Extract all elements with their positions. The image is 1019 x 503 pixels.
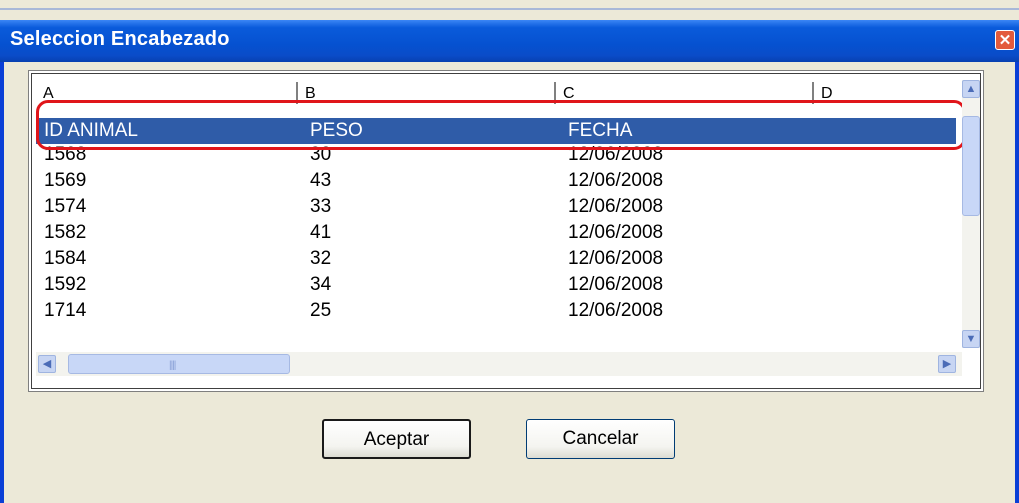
cell: 12/06/2008 bbox=[568, 274, 664, 295]
close-icon: ✕ bbox=[998, 32, 1012, 49]
horizontal-scrollbar[interactable]: ◀ |||| ▶ bbox=[36, 352, 962, 376]
cell: 1714 bbox=[44, 300, 87, 321]
cell: 32 bbox=[310, 248, 332, 269]
header-row-highlight bbox=[36, 100, 966, 150]
cell: 1592 bbox=[44, 274, 87, 295]
background-strip bbox=[0, 0, 1019, 10]
close-button[interactable]: ✕ bbox=[995, 30, 1015, 50]
window-title: Seleccion Encabezado bbox=[10, 28, 230, 50]
grip-icon: |||| bbox=[169, 360, 176, 371]
cell: 1574 bbox=[44, 196, 87, 217]
cell: 12/06/2008 bbox=[568, 300, 664, 321]
cancel-button[interactable]: Cancelar bbox=[526, 419, 675, 459]
scroll-right-button[interactable]: ▶ bbox=[938, 355, 956, 373]
accept-button[interactable]: Aceptar bbox=[322, 419, 471, 459]
window-frame-right bbox=[1015, 20, 1019, 503]
cell: 12/06/2008 bbox=[568, 222, 664, 243]
cell: 1569 bbox=[44, 170, 87, 191]
arrow-up-icon: ▲ bbox=[965, 83, 977, 95]
title-bar[interactable]: Seleccion Encabezado ✕ bbox=[0, 20, 1019, 62]
cell: 1584 bbox=[44, 248, 87, 269]
vertical-scrollbar[interactable]: ▲ ▼ bbox=[962, 80, 980, 348]
cell: 1582 bbox=[44, 222, 87, 243]
horizontal-scroll-thumb[interactable]: |||| bbox=[68, 354, 290, 374]
cell: 25 bbox=[310, 300, 332, 321]
vertical-scroll-thumb[interactable] bbox=[962, 116, 980, 216]
cell: 43 bbox=[310, 170, 332, 191]
scroll-down-button[interactable]: ▼ bbox=[962, 330, 980, 348]
arrow-down-icon: ▼ bbox=[965, 333, 977, 345]
scroll-left-button[interactable]: ◀ bbox=[38, 355, 56, 373]
arrow-left-icon: ◀ bbox=[42, 358, 52, 370]
cell: 34 bbox=[310, 274, 332, 295]
cell: 41 bbox=[310, 222, 332, 243]
cell: 12/06/2008 bbox=[568, 248, 664, 269]
cell: 12/06/2008 bbox=[568, 196, 664, 217]
cell: 33 bbox=[310, 196, 332, 217]
cell: 12/06/2008 bbox=[568, 170, 664, 191]
window-frame-left bbox=[0, 20, 4, 503]
arrow-right-icon: ▶ bbox=[942, 358, 952, 370]
scroll-up-button[interactable]: ▲ bbox=[962, 80, 980, 98]
